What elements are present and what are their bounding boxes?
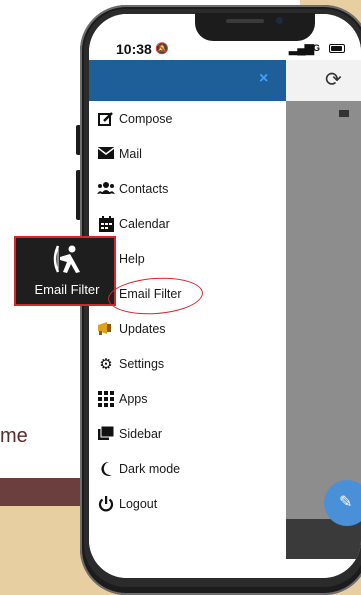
network-type: 5G (308, 43, 321, 53)
contacts-icon (97, 181, 115, 199)
menu-item-label: Updates (119, 322, 166, 336)
battery-icon (329, 44, 345, 53)
status-time: 10:38 (116, 41, 152, 57)
apps-grid-icon (97, 391, 115, 409)
phone-notch (195, 13, 315, 41)
pencil-icon: ✎ (339, 494, 353, 511)
menu-item-label: Apps (119, 392, 148, 406)
menu-item-compose[interactable]: Compose (97, 109, 277, 133)
menu-item-sidebar[interactable]: Sidebar (97, 424, 277, 448)
menu-item-label: Sidebar (119, 427, 163, 441)
menu-item-logout[interactable]: Logout (97, 494, 277, 518)
drawer-header (89, 60, 286, 101)
menu-item-label: Calendar (119, 217, 170, 231)
menu-item-label: Contacts (119, 182, 169, 196)
mail-icon (339, 110, 349, 117)
menu-item-label: Settings (119, 357, 165, 371)
phone-camera (276, 17, 283, 24)
menu-item-calendar[interactable]: Calendar (97, 214, 277, 238)
menu-item-label: Logout (119, 497, 158, 511)
archer-icon (53, 245, 80, 273)
callout-label: Email Filter (34, 282, 100, 297)
menu-item-label: Help (119, 252, 145, 266)
envelope-icon (97, 146, 115, 164)
close-icon[interactable]: × (259, 71, 268, 87)
slide-partial-text: me (0, 425, 28, 447)
menu-item-dark-mode[interactable]: Dark mode (97, 459, 277, 483)
menu-item-contacts[interactable]: Contacts (97, 179, 277, 203)
navigation-drawer: Compose Mail Contacts Calendar Help Emai… (89, 101, 286, 578)
moon-icon (97, 461, 115, 479)
refresh-icon[interactable]: ⟳ (325, 70, 342, 90)
home-indicator-area (89, 559, 361, 578)
menu-item-settings[interactable]: ⚙ Settings (97, 354, 277, 378)
menu-item-mail[interactable]: Mail (97, 144, 277, 168)
gear-icon: ⚙ (99, 356, 113, 373)
menu-item-help[interactable]: Help (97, 249, 277, 273)
menu-item-updates[interactable]: Updates (97, 319, 277, 343)
menu-item-label: Compose (119, 112, 173, 126)
power-icon (97, 496, 115, 514)
phone-speaker (226, 19, 264, 23)
menu-item-apps[interactable]: Apps (97, 389, 277, 413)
megaphone-icon (97, 321, 115, 339)
muted-bell-icon: 🔕 (155, 43, 169, 55)
app-header (286, 60, 361, 101)
menu-item-label: Dark mode (119, 462, 181, 476)
email-filter-callout: Email Filter (14, 236, 116, 306)
menu-item-label: Mail (119, 147, 142, 161)
calendar-icon (97, 216, 115, 234)
compose-icon (97, 111, 115, 129)
sidebar-icon (97, 425, 115, 444)
